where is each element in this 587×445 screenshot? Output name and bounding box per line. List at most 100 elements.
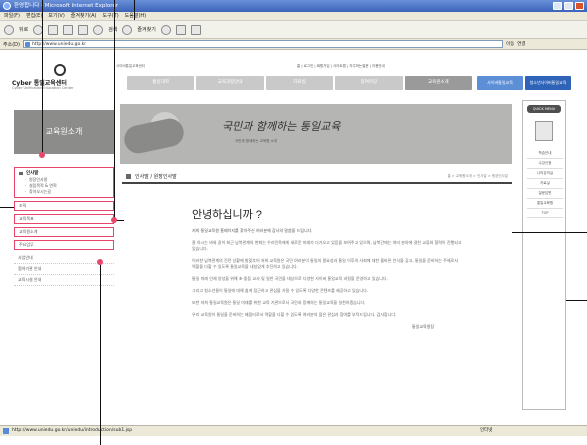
quick-menu-item[interactable]: 질문답변 (527, 189, 563, 199)
favorites-label[interactable]: 즐겨찾기 (137, 26, 155, 33)
menu-file[interactable]: 파일(F) (4, 12, 20, 20)
section-icon (126, 173, 131, 179)
print-icon[interactable] (190, 24, 201, 35)
signature: 통일교육원장 (412, 324, 435, 329)
left-menu-item[interactable]: 조직 (14, 201, 114, 211)
body-paragraph: 그리고 청소년들이 통일에 대해 쉽게 접근하고 관심을 가질 수 있도록 다양… (192, 288, 369, 293)
annotation-line (100, 262, 101, 445)
left-menu-item[interactable]: 교육원소개 (14, 227, 114, 237)
left-menu-section-greeting: 인사말 원장인사말 설립목적 & 연혁 찾아오시는길 (14, 167, 114, 198)
nav-item-active[interactable]: 교육원소개 (404, 76, 473, 90)
greeting-heading: 안녕하십니까 ? (192, 209, 262, 221)
left-menu-item[interactable]: 교육시설 안내 (14, 275, 114, 286)
body-paragraph: 우리 교육원이 통일을 준비하는 배움터로서 역할을 다할 수 있도록 여러분의… (192, 312, 397, 317)
quick-menu-item[interactable]: TOP (527, 209, 563, 218)
banner-slogan: 국민과 함께하는 통일교육 (222, 120, 341, 133)
banner-subtitle: 국민과 함께하는 교육원 소개 (235, 139, 277, 143)
history-icon[interactable] (160, 24, 171, 35)
search-icon[interactable] (93, 24, 104, 35)
main-banner: 국민과 함께하는 통일교육 국민과 함께하는 교육원 소개 (120, 104, 512, 164)
nav-item[interactable]: 참여마당 (335, 76, 403, 90)
annotation-marker (97, 259, 103, 265)
go-button[interactable]: 이동 (506, 41, 514, 47)
body-paragraph: 이러한 남북관계의 진전 상황에 발맞추어 저희 교육원은 국민 여러분이 통일… (192, 258, 458, 269)
quick-menu-item[interactable]: 학습안내 (527, 149, 563, 159)
ie-logo-icon (3, 2, 11, 10)
annotation-line (566, 300, 587, 301)
body-paragraph: 잘 아시는 바와 같이 최근 남북관계의 변화는 우리민족에게 새로운 미래가 … (192, 240, 462, 251)
close-button[interactable] (575, 2, 584, 10)
refresh-icon[interactable] (63, 24, 74, 35)
content-title: 인사말 / 원장인사말 (135, 173, 177, 180)
quick-menu: QUICK MENU 학습안내 수강신청 나의강의실 자료실 질문답변 통일교육… (522, 100, 566, 410)
banner-decoration (121, 116, 187, 156)
window-title: 환영합니다 - Microsoft Internet Explorer (14, 3, 119, 9)
annotation-marker (39, 152, 45, 158)
intro-text: 저희 통일교육원 홈페이지를 찾아주신 여러분께 감사의 말씀을 드립니다. (192, 228, 313, 233)
left-menu-item[interactable]: 협약기관 안내 (14, 264, 114, 275)
menu-bar: 파일(F) 편집(E) 보기(V) 즐겨찾기(A) 도구(T) 도움말(H) (0, 12, 587, 21)
menu-view[interactable]: 보기(V) (48, 12, 65, 20)
links-button[interactable]: 연결 (517, 41, 525, 47)
mail-icon[interactable] (175, 24, 186, 35)
book-icon[interactable] (535, 121, 553, 141)
top-nav: 통일대학 교육과정안내 자료실 참여마당 교육원소개 (127, 76, 473, 90)
content-header: 인사말 / 원장인사말 홈 > 교육원소개 > 인사말 > 원장인사말 (122, 170, 512, 184)
address-bar: 주소(D) http://www.uniedu.go.kr 이동 연결 (0, 39, 587, 50)
nav-item[interactable]: 통일대학 (127, 76, 195, 90)
back-label[interactable]: 뒤로 (19, 26, 28, 33)
menu-tools[interactable]: 도구(T) (103, 12, 119, 20)
back-icon[interactable] (4, 24, 14, 35)
browser-toolbar: 뒤로 검색 즐겨찾기 (0, 21, 587, 39)
maximize-button[interactable] (564, 2, 573, 10)
search-label[interactable]: 검색 (108, 26, 117, 33)
minimize-button[interactable] (553, 2, 562, 10)
window-title-bar: 환영합니다 - Microsoft Internet Explorer (0, 0, 587, 12)
body-paragraph: 통일 미래 인재 양성을 위해 초·중등 교사 및 일반 국민을 대상으로 다양… (192, 276, 388, 281)
nav-item[interactable]: 교육과정안내 (196, 76, 264, 90)
left-menu-head[interactable]: 인사말 (19, 170, 109, 177)
gnb-label: 사이버통일교육센터 (116, 64, 145, 68)
left-menu-subitem[interactable]: 찾아오시는길 (19, 189, 109, 195)
quick-menu-badge: QUICK MENU (527, 105, 561, 113)
annotation-line (42, 0, 43, 155)
left-menu-item[interactable]: 교육목표 (14, 214, 114, 224)
left-menu-item[interactable]: 주요업무 (14, 240, 114, 250)
site-logo[interactable]: Cyber 통일교육센터 Cyber Unification Education… (12, 64, 104, 96)
status-bar: http://www.uniedu.go.kr/uniedu/introduct… (0, 425, 587, 436)
nav-youth-cyber-education[interactable]: 청소년사이버통일교육 (525, 76, 571, 90)
menu-favorites[interactable]: 즐겨찾기(A) (71, 12, 97, 20)
quick-menu-item[interactable]: 나의강의실 (527, 169, 563, 179)
annotation-line (0, 207, 14, 208)
web-page: Cyber 통일교육센터 Cyber Unification Education… (0, 50, 587, 425)
utility-nav[interactable]: 홈 | 로그인 | 회원가입 | 사이트맵 | 자주하는질문 | 이용안내 (297, 64, 385, 69)
address-input[interactable]: http://www.uniedu.go.kr (22, 40, 503, 48)
nav-cyber-education[interactable]: 사이버통일교육 (477, 76, 523, 90)
quick-menu-item[interactable]: 통일교육원 (527, 199, 563, 209)
quick-menu-item[interactable]: 자료실 (527, 179, 563, 189)
quick-menu-list: 학습안내 수강신청 나의강의실 자료실 질문답변 통일교육원 TOP (527, 149, 563, 218)
nav-item[interactable]: 자료실 (265, 76, 334, 90)
security-zone: 인터넷 (480, 428, 493, 433)
stop-icon[interactable] (48, 24, 59, 35)
annotation-line (114, 0, 115, 220)
address-label: 주소(D) (3, 41, 20, 48)
breadcrumb[interactable]: 홈 > 교육원소개 > 인사말 > 원장인사말 (447, 174, 512, 179)
main-content: 인사말 / 원장인사말 홈 > 교육원소개 > 인사말 > 원장인사말 안녕하십… (122, 170, 512, 330)
logo-mark-icon (54, 64, 66, 76)
annotation-line (512, 232, 587, 233)
annotation-marker (111, 217, 117, 223)
left-menu: 인사말 원장인사말 설립목적 & 연혁 찾아오시는길 조직 교육목표 교육원소개… (14, 167, 114, 286)
window-controls (553, 2, 584, 10)
body-paragraph: 또한 저희 통일교육원은 통일 미래를 위한 교육 기관으로서 국민과 함께하는… (192, 300, 366, 305)
menu-edit[interactable]: 편집(E) (26, 12, 42, 20)
favorites-icon[interactable] (122, 24, 133, 35)
quick-menu-item[interactable]: 수강신청 (527, 159, 563, 169)
top-nav-cyber: 사이버통일교육 청소년사이버통일교육 (477, 76, 571, 90)
annotation-line (134, 0, 135, 20)
home-icon[interactable] (78, 24, 89, 35)
left-section-title: 교육원소개 (14, 110, 114, 154)
page-icon (3, 428, 9, 434)
menu-help[interactable]: 도움말(H) (125, 12, 146, 20)
status-url: http://www.uniedu.go.kr/uniedu/introduct… (12, 428, 133, 433)
